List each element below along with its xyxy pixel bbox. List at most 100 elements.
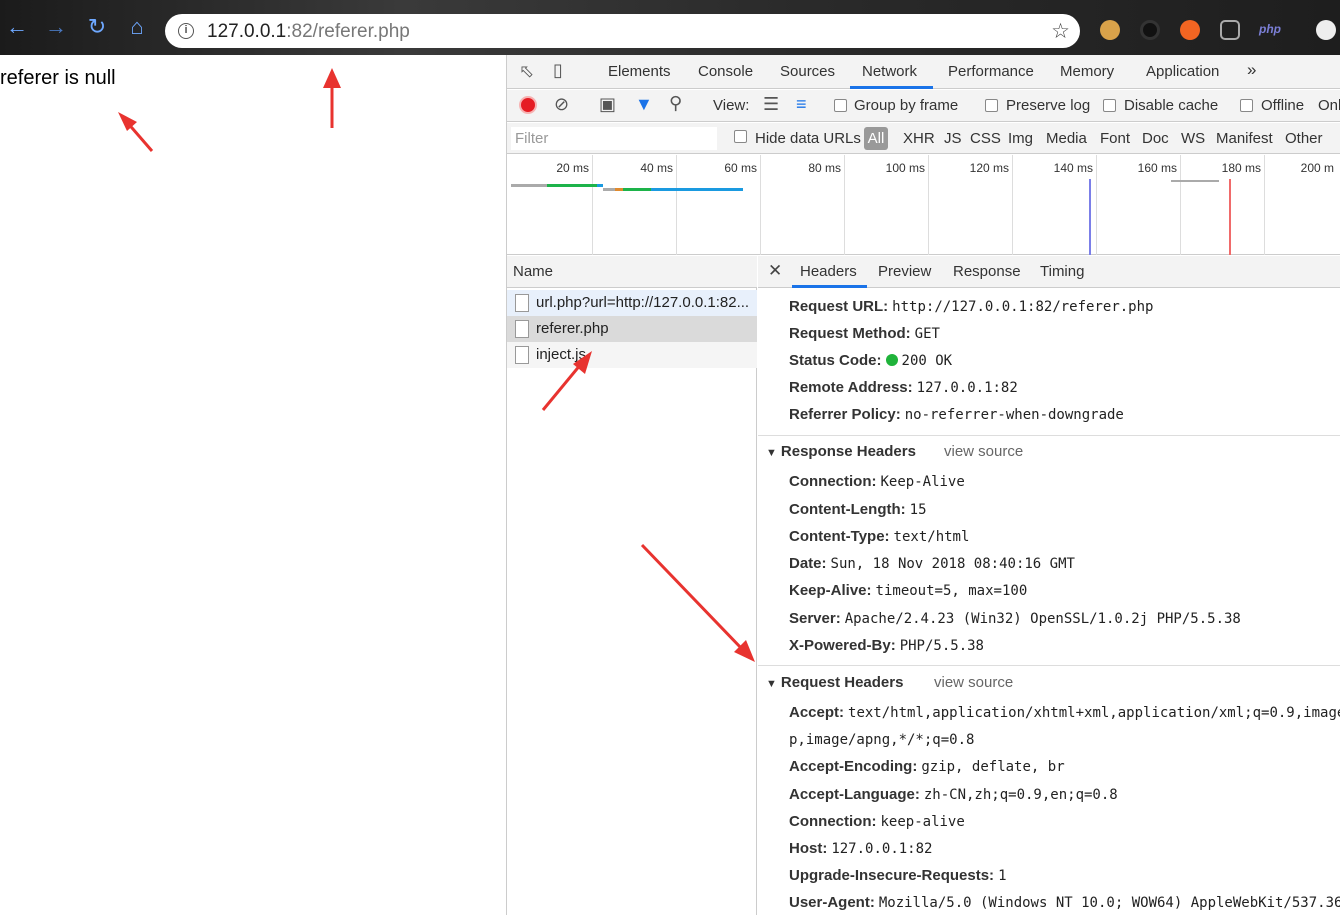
request-row-referer-php[interactable]: referer.php — [507, 316, 757, 342]
address-bar[interactable]: i 127.0.0.1:82/referer.php ☆ — [165, 14, 1080, 48]
tab-network[interactable]: Network — [862, 63, 917, 80]
search-icon[interactable]: ⚲ — [669, 93, 682, 114]
forward-icon[interactable]: → — [43, 14, 69, 40]
filter-doc[interactable]: Doc — [1142, 130, 1169, 147]
tab-preview[interactable]: Preview — [878, 263, 931, 280]
profile-avatar[interactable] — [1316, 20, 1336, 40]
active-tab-indicator — [850, 86, 933, 89]
response-header-row: X-Powered-By: PHP/5.5.38 — [789, 637, 984, 654]
request-view-source-link[interactable]: view source — [934, 674, 1013, 691]
tab-console[interactable]: Console — [698, 63, 753, 80]
filter-manifest[interactable]: Manifest — [1216, 130, 1273, 147]
tab-performance[interactable]: Performance — [948, 63, 1034, 80]
filter-ws[interactable]: WS — [1181, 130, 1205, 147]
general-request-method: Request Method: GET — [789, 325, 940, 342]
dark-extension-icon[interactable] — [1140, 20, 1160, 40]
timeline-bar-stalled — [1171, 180, 1219, 182]
request-row-inject-js[interactable]: inject.js — [507, 342, 757, 368]
request-headers-toggle[interactable]: ▼ Request Headers — [766, 674, 903, 691]
tab-elements[interactable]: Elements — [608, 63, 671, 80]
active-detail-tab-indicator — [792, 285, 867, 288]
request-row-url-php[interactable]: url.php?url=http://127.0.0.1:82... — [507, 290, 757, 316]
more-tabs-icon[interactable]: » — [1247, 60, 1256, 80]
disable-cache-checkbox[interactable] — [1103, 99, 1116, 112]
list-view-icon[interactable]: ☰ — [763, 94, 779, 115]
clear-icon[interactable]: ⊘ — [554, 94, 569, 115]
preserve-log-label[interactable]: Preserve log — [1006, 97, 1090, 114]
throttling-select[interactable]: Onl — [1318, 97, 1340, 114]
timeline-gridline — [1180, 155, 1181, 255]
preserve-log-checkbox[interactable] — [985, 99, 998, 112]
tick-label: 180 ms — [1221, 161, 1261, 175]
tick-label: 120 ms — [969, 161, 1009, 175]
filter-font[interactable]: Font — [1100, 130, 1130, 147]
response-header-row: Server: Apache/2.4.23 (Win32) OpenSSL/1.0… — [789, 610, 1241, 627]
device-toolbar-icon[interactable]: ▯ — [553, 60, 563, 81]
response-header-row: Connection: Keep-Alive — [789, 473, 965, 490]
timeline-gridline — [1096, 155, 1097, 255]
request-header-row: Host: 127.0.0.1:82 — [789, 840, 933, 857]
close-icon[interactable]: ✕ — [768, 261, 782, 281]
tab-memory[interactable]: Memory — [1060, 63, 1114, 80]
url-text[interactable]: 127.0.0.1:82/referer.php — [207, 21, 410, 43]
waterfall-view-icon[interactable]: ≡ — [796, 94, 807, 115]
timeline-bar-waiting — [547, 184, 597, 187]
bookmark-star-icon[interactable]: ☆ — [1051, 19, 1070, 44]
tick-label: 100 ms — [885, 161, 925, 175]
timeline-gridline — [676, 155, 677, 255]
filter-all-button[interactable]: All — [864, 127, 888, 150]
general-remote-address: Remote Address: 127.0.0.1:82 — [789, 379, 1018, 396]
offline-label[interactable]: Offline — [1261, 97, 1304, 114]
group-by-frame-checkbox[interactable] — [834, 99, 847, 112]
expand-triangle-icon: ▼ — [766, 678, 777, 690]
tab-headers[interactable]: Headers — [800, 263, 857, 280]
filter-bar: Filter Hide data URLs All XHR JS CSS Img… — [507, 123, 1340, 154]
network-overview-timeline[interactable]: 20 ms 40 ms 60 ms 80 ms 100 ms 120 ms 14… — [507, 155, 1340, 255]
response-header-row: Content-Length: 15 — [789, 501, 927, 518]
orange-extension-icon[interactable] — [1180, 20, 1200, 40]
response-header-row: Date: Sun, 18 Nov 2018 08:40:16 GMT — [789, 555, 1075, 572]
response-header-row: Content-Type: text/html — [789, 528, 970, 545]
record-icon[interactable] — [519, 96, 537, 114]
offline-checkbox[interactable] — [1240, 99, 1253, 112]
filter-media[interactable]: Media — [1046, 130, 1087, 147]
back-icon[interactable]: ← — [4, 14, 30, 40]
group-by-frame-label[interactable]: Group by frame — [854, 97, 958, 114]
view-label: View: — [713, 97, 750, 114]
timeline-bar-download — [597, 184, 603, 187]
general-referrer-policy: Referrer Policy: no-referrer-when-downgra… — [789, 406, 1124, 423]
hide-data-urls-checkbox[interactable] — [734, 130, 747, 143]
hide-data-urls-label[interactable]: Hide data URLs — [755, 130, 861, 147]
devtools-tab-bar: ⬁ ▯ Elements Console Sources Network Per… — [507, 55, 1340, 89]
filter-css[interactable]: CSS — [970, 130, 1001, 147]
tick-label: 80 ms — [808, 161, 841, 175]
timeline-gridline — [844, 155, 845, 255]
site-info-icon[interactable]: i — [178, 23, 194, 39]
inspect-element-icon[interactable]: ⬁ — [519, 61, 534, 82]
glasses-extension-icon[interactable] — [1220, 20, 1240, 40]
filter-xhr[interactable]: XHR — [903, 130, 935, 147]
tab-response[interactable]: Response — [953, 263, 1021, 280]
response-headers-toggle[interactable]: ▼ Response Headers — [766, 443, 916, 460]
cookie-extension-icon[interactable] — [1100, 20, 1120, 40]
filter-other[interactable]: Other — [1285, 130, 1323, 147]
filter-img[interactable]: Img — [1008, 130, 1033, 147]
screenshot-camera-icon[interactable]: ▣ — [599, 94, 616, 115]
tab-timing[interactable]: Timing — [1040, 263, 1084, 280]
home-icon[interactable]: ⌂ — [124, 14, 150, 40]
request-header-row: Connection: keep-alive — [789, 813, 965, 830]
reload-icon[interactable]: ↻ — [84, 14, 110, 40]
filter-js[interactable]: JS — [944, 130, 962, 147]
disable-cache-label[interactable]: Disable cache — [1124, 97, 1218, 114]
tab-sources[interactable]: Sources — [780, 63, 835, 80]
tab-application[interactable]: Application — [1146, 63, 1219, 80]
page-viewport — [0, 55, 506, 915]
name-column-header[interactable]: Name — [507, 256, 757, 288]
filter-icon[interactable]: ▼ — [635, 94, 653, 115]
php-extension-icon[interactable]: php — [1259, 22, 1281, 36]
detail-tab-bar: ✕ Headers Preview Response Timing — [758, 256, 1340, 288]
request-header-accept: Accept: text/html,application/xhtml+xml,a… — [789, 704, 1340, 721]
response-header-row: Keep-Alive: timeout=5, max=100 — [789, 582, 1028, 599]
filter-input[interactable]: Filter — [511, 127, 717, 150]
response-view-source-link[interactable]: view source — [944, 443, 1023, 460]
